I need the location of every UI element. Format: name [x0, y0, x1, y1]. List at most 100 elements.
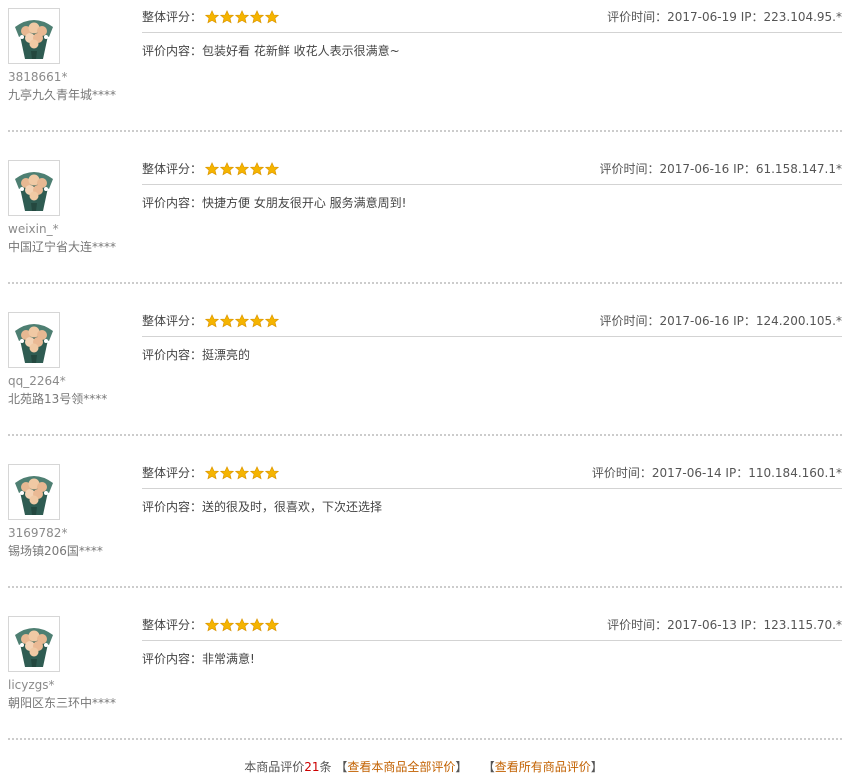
- star-icon: [205, 466, 219, 480]
- review-content-text: 快捷方便 女朋友很开心 服务满意周到!: [202, 196, 407, 210]
- review-ip: 223.104.95.*: [763, 10, 842, 24]
- review-divider: [8, 434, 842, 436]
- flower-bouquet-icon[interactable]: [8, 160, 60, 216]
- reviewer-location: 北苑路13号领****: [8, 392, 108, 406]
- review-date: 2017-06-16: [659, 314, 730, 328]
- review-ip: 61.158.147.1*: [755, 162, 842, 176]
- review-ip-label: IP：: [740, 10, 764, 24]
- star-icon: [205, 162, 219, 176]
- rating-label: 整体评分：: [142, 10, 203, 24]
- review-divider: [8, 130, 842, 132]
- review-ip-label: IP：: [733, 162, 756, 176]
- review-content-label: 评价内容：: [142, 652, 203, 666]
- rating-label: 整体评分：: [142, 618, 203, 632]
- star-icon: [250, 466, 264, 480]
- reviewer-location: 锡场镇206国****: [8, 544, 103, 558]
- reviewer-name: 3169782*: [8, 526, 68, 540]
- review-date: 2017-06-14: [651, 466, 722, 480]
- rating-label: 整体评分：: [142, 314, 203, 328]
- review-separator: [142, 32, 842, 33]
- star-rating: [205, 466, 280, 480]
- review-content-text: 挺漂亮的: [202, 348, 251, 362]
- review-item: 3818661* 九亭九久青年城**** 整体评分： 评价时间：2017-06-19 …: [0, 0, 847, 152]
- bracket-close: 】: [590, 760, 603, 774]
- review-divider: [8, 282, 842, 284]
- review-date: 2017-06-16: [659, 162, 730, 176]
- star-icon: [235, 466, 249, 480]
- star-icon: [250, 10, 264, 24]
- star-icon: [220, 466, 234, 480]
- review-meta: 评价时间：2017-06-16 IP：124.200.105.*: [599, 314, 842, 328]
- review-item: 3169782* 锡场镇206国**** 整体评分： 评价时间：2017-06-14 …: [0, 456, 847, 608]
- review-date: 2017-06-13: [667, 618, 737, 632]
- review-separator: [142, 184, 842, 185]
- rating-label: 整体评分：: [142, 466, 203, 480]
- review-ip-label: IP：: [733, 314, 756, 328]
- review-item: licyzgs* 朝阳区东三环中**** 整体评分： 评价时间：2017-06-13 …: [0, 608, 847, 760]
- review-content-label: 评价内容：: [142, 44, 203, 58]
- review-time-label: 评价时间：: [599, 162, 660, 176]
- star-icon: [235, 618, 249, 632]
- star-icon: [265, 162, 279, 176]
- review-content: 评价内容：非常满意!: [142, 652, 255, 666]
- reviewer-location: 朝阳区东三环中****: [8, 696, 117, 710]
- review-ip-label: IP：: [740, 618, 764, 632]
- star-icon: [235, 10, 249, 24]
- reviewer-name: 3818661*: [8, 70, 68, 84]
- star-icon: [250, 314, 264, 328]
- review-separator: [142, 640, 842, 641]
- review-meta: 评价时间：2017-06-13 IP：123.115.70.*: [607, 618, 842, 632]
- review-content: 评价内容：挺漂亮的: [142, 348, 250, 362]
- review-ip: 110.184.160.1*: [748, 466, 842, 480]
- star-icon: [220, 314, 234, 328]
- star-icon: [205, 314, 219, 328]
- view-every-product-reviews-link[interactable]: 查看所有商品评价: [495, 760, 591, 774]
- review-divider: [8, 586, 842, 588]
- star-icon: [205, 10, 219, 24]
- review-separator: [142, 336, 842, 337]
- review-meta: 评价时间：2017-06-14 IP：110.184.160.1*: [592, 466, 842, 480]
- review-time-label: 评价时间：: [591, 466, 652, 480]
- reviewer-name: weixin_*: [8, 222, 59, 236]
- view-all-reviews-link[interactable]: 查看本商品全部评价: [347, 760, 455, 774]
- star-icon: [250, 162, 264, 176]
- review-content-text: 送的很及时，很喜欢，下次还选择: [202, 500, 383, 514]
- flower-bouquet-icon[interactable]: [8, 464, 60, 520]
- review-content: 评价内容：快捷方便 女朋友很开心 服务满意周到!: [142, 196, 406, 210]
- review-content-text: 包装好看 花新鲜 收花人表示很满意~: [202, 44, 400, 58]
- review-content-label: 评价内容：: [142, 348, 203, 362]
- star-icon: [220, 618, 234, 632]
- star-icon: [205, 618, 219, 632]
- review-item: qq_2264* 北苑路13号领**** 整体评分： 评价时间：2017-06-16 …: [0, 304, 847, 456]
- star-icon: [265, 466, 279, 480]
- review-time-label: 评价时间：: [607, 618, 668, 632]
- rating-label: 整体评分：: [142, 162, 203, 176]
- review-date: 2017-06-19: [667, 10, 737, 24]
- review-ip-label: IP：: [725, 466, 749, 480]
- footer-prefix: 本商品评价: [244, 760, 305, 774]
- review-ip: 124.200.105.*: [755, 314, 842, 328]
- review-meta: 评价时间：2017-06-16 IP：61.158.147.1*: [599, 162, 842, 176]
- review-item: weixin_* 中国辽宁省大连**** 整体评分： 评价时间：2017-06-16 …: [0, 152, 847, 304]
- star-icon: [220, 10, 234, 24]
- review-content: 评价内容：包装好看 花新鲜 收花人表示很满意~: [142, 44, 400, 58]
- star-icon: [235, 162, 249, 176]
- star-icon: [250, 618, 264, 632]
- star-icon: [265, 10, 279, 24]
- flower-bouquet-icon[interactable]: [8, 312, 60, 368]
- flower-bouquet-icon[interactable]: [8, 616, 60, 672]
- star-rating: [205, 618, 280, 632]
- star-icon: [265, 314, 279, 328]
- review-footer: 本商品评价21条 【查看本商品全部评价】 【查看所有商品评价】: [0, 760, 847, 774]
- review-meta: 评价时间：2017-06-19 IP：223.104.95.*: [607, 10, 842, 24]
- review-time-label: 评价时间：: [607, 10, 668, 24]
- reviewer-name: qq_2264*: [8, 374, 66, 388]
- review-ip: 123.115.70.*: [763, 618, 842, 632]
- review-content-label: 评价内容：: [142, 196, 203, 210]
- reviewer-location: 中国辽宁省大连****: [8, 240, 117, 254]
- star-rating: [205, 10, 280, 24]
- review-content: 评价内容：送的很及时，很喜欢，下次还选择: [142, 500, 382, 514]
- star-icon: [235, 314, 249, 328]
- reviewer-name: licyzgs*: [8, 678, 55, 692]
- flower-bouquet-icon[interactable]: [8, 8, 60, 64]
